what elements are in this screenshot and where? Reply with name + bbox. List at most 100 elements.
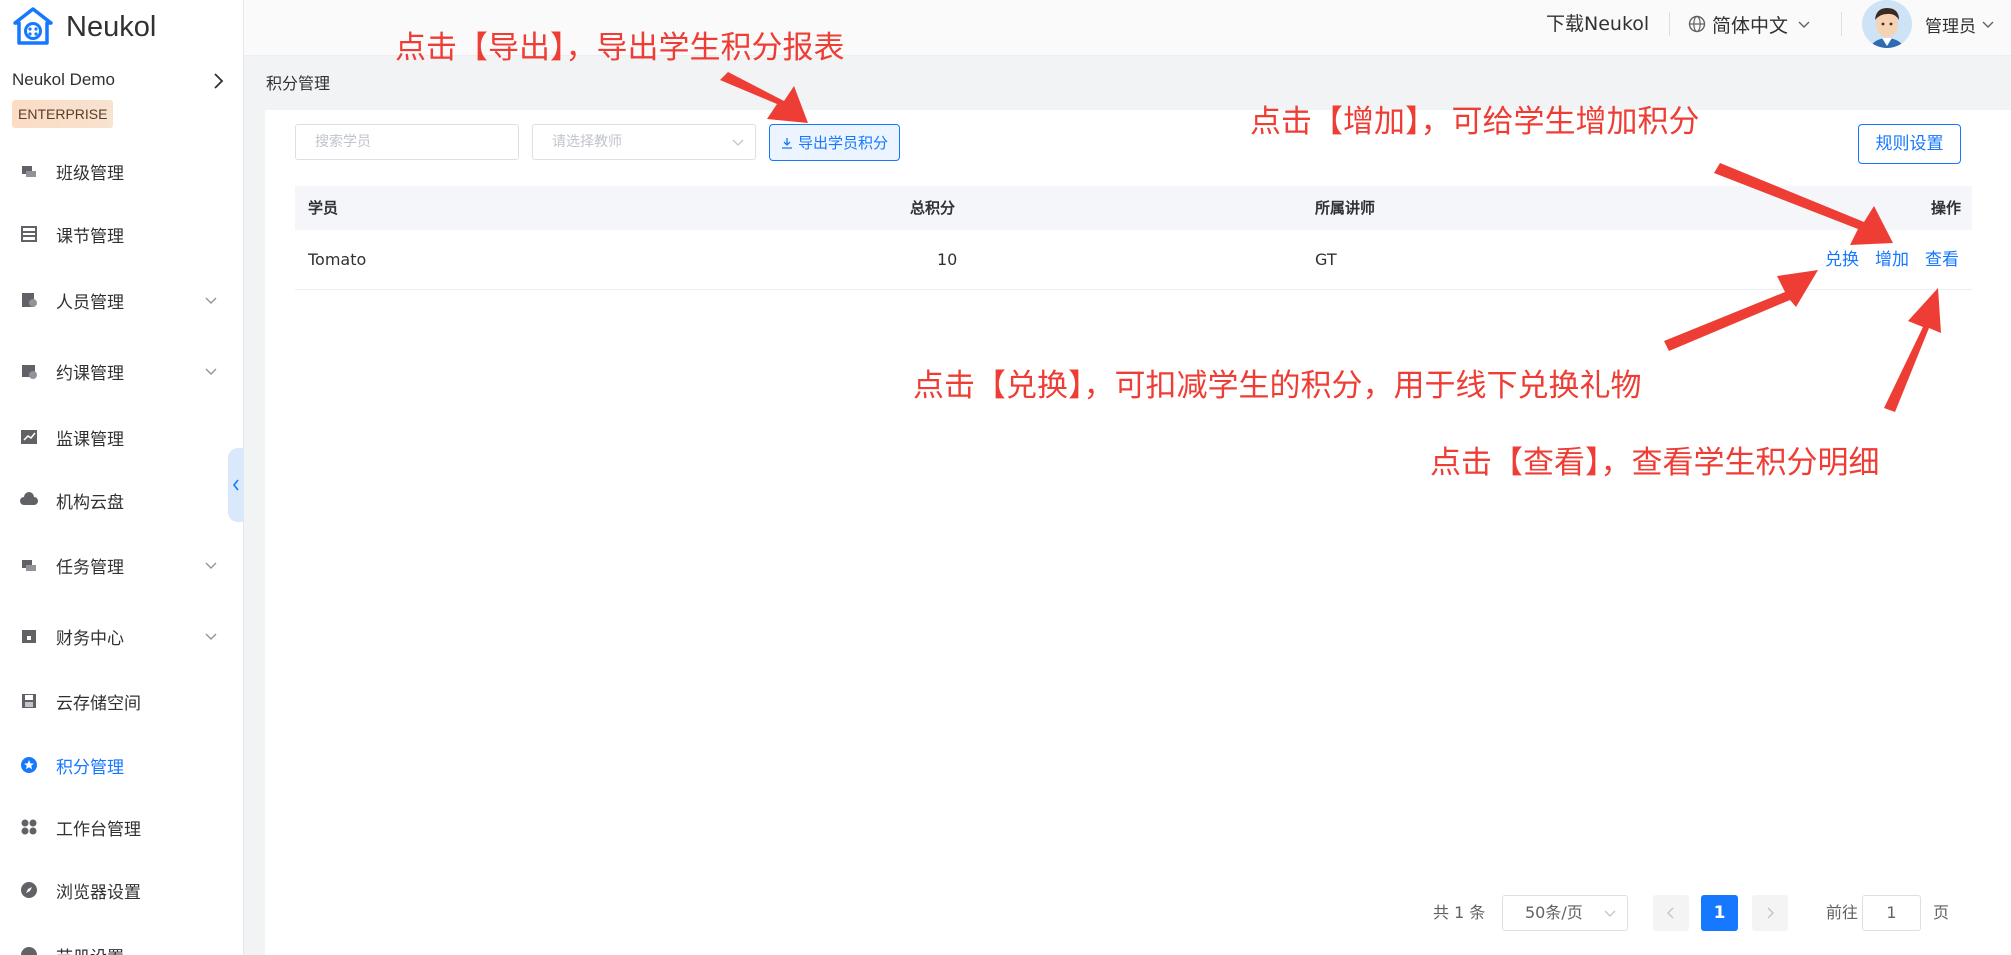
sidebar-item-label: 机构云盘: [56, 492, 124, 513]
sidebar-item-monitor[interactable]: 监课管理: [0, 414, 243, 460]
chevron-right-icon: [1767, 907, 1774, 919]
table-header: 学员 总积分 所属讲师 操作: [295, 186, 1972, 230]
neukol-logo-icon: [13, 7, 53, 45]
app-window: Neukol Neukol Demo ENTERPRISE 班级管理 课节管理 …: [0, 0, 2011, 955]
sidebar-item-finance[interactable]: 财务中心: [0, 613, 243, 659]
chevron-right-icon[interactable]: [208, 70, 228, 92]
globe-icon: [1688, 15, 1706, 33]
cloud-icon: [20, 492, 38, 505]
user-menu[interactable]: 管理员: [1925, 10, 1996, 38]
cell-teacher: GT: [1315, 250, 1337, 269]
sidebar-item-cloud[interactable]: 机构云盘: [0, 477, 243, 523]
compass-icon: [21, 882, 37, 898]
cell-student: Tomato: [308, 250, 367, 269]
column-header-teacher: 所属讲师: [1315, 199, 1376, 217]
download-link[interactable]: 下载Neukol: [1546, 10, 1649, 38]
next-page-button[interactable]: [1752, 895, 1788, 931]
divider: [1841, 12, 1842, 36]
divider: [1669, 12, 1670, 36]
column-header-points: 总积分: [910, 199, 956, 217]
sidebar-collapse-toggle[interactable]: [228, 448, 244, 522]
sidebar-item-lesson[interactable]: 课节管理: [0, 211, 243, 257]
enterprise-badge: ENTERPRISE: [12, 100, 114, 128]
workbench-icon: [21, 819, 37, 835]
goto-unit: 页: [1933, 903, 1950, 922]
lesson-icon: [21, 226, 37, 242]
sidebar-item-label: 节册设置: [56, 943, 124, 955]
user-avatar-icon: [1862, 0, 1912, 48]
monitor-icon: [21, 430, 37, 444]
sidebar-item-browser[interactable]: 浏览器设置: [0, 867, 243, 913]
language-label: 简体中文: [1712, 14, 1789, 37]
sidebar-item-label: 云存储空间: [56, 693, 141, 714]
annotation-redeem: 点击【兑换】，可扣减学生的积分，用于线下兑换礼物: [913, 368, 1642, 404]
sidebar-item-people[interactable]: 人员管理: [0, 277, 243, 323]
logo-text: Neukol: [66, 10, 157, 43]
teacher-select[interactable]: 请选择教师: [532, 124, 756, 160]
annotation-view: 点击【查看】，查看学生积分明细: [1430, 445, 1880, 481]
storage-icon: [22, 694, 36, 708]
goto-page-input[interactable]: 1: [1862, 895, 1921, 931]
sidebar-item-booking[interactable]: 约课管理: [0, 348, 243, 394]
export-points-button[interactable]: 导出学员积分: [769, 124, 900, 161]
page-size-select[interactable]: 50条/页: [1502, 895, 1628, 931]
search-placeholder: 搜索学员: [315, 134, 371, 150]
sidebar-item-label: 班级管理: [56, 163, 124, 184]
sidebar-item-label: 任务管理: [56, 557, 124, 578]
sidebar-item-storage[interactable]: 云存储空间: [0, 678, 243, 724]
cell-points: 10: [937, 250, 958, 269]
points-icon: [21, 757, 37, 773]
chevron-left-icon: [232, 479, 239, 491]
rules-settings-button[interactable]: 规则设置: [1858, 124, 1961, 164]
prev-page-button[interactable]: [1653, 895, 1689, 931]
annotation-add: 点击【增加】，可给学生增加积分: [1250, 104, 1700, 140]
chevron-down-icon: [205, 368, 217, 375]
sidebar-item-label: 财务中心: [56, 628, 124, 649]
search-input[interactable]: 搜索学员: [295, 124, 519, 160]
sidebar-item-class[interactable]: 班级管理: [0, 148, 243, 194]
user-name: 管理员: [1925, 16, 1976, 37]
avatar[interactable]: [1862, 0, 1912, 48]
language-selector[interactable]: 简体中文: [1688, 10, 1818, 38]
class-icon: [22, 166, 36, 177]
page-number-current[interactable]: 1: [1701, 895, 1738, 931]
sidebar-item-label: 人员管理: [56, 292, 124, 313]
task-icon: [22, 560, 36, 571]
chevron-down-icon: [1798, 21, 1810, 28]
people-icon: [22, 293, 37, 307]
export-button-label: 导出学员积分: [797, 134, 888, 152]
chevron-down-icon: [205, 297, 217, 304]
sidebar-item-label: 积分管理: [56, 757, 124, 778]
sidebar-item-workbench[interactable]: 工作台管理: [0, 804, 243, 850]
chevron-left-icon: [1667, 907, 1674, 919]
chevron-down-icon: [732, 139, 744, 146]
teacher-placeholder: 请选择教师: [552, 134, 622, 150]
sidebar-item-label: 浏览器设置: [56, 882, 141, 903]
booking-icon: [22, 365, 37, 379]
chevron-down-icon: [205, 562, 217, 569]
download-icon: [781, 137, 792, 149]
sidebar-item-label: 监课管理: [56, 429, 124, 450]
sidebar-item-task[interactable]: 任务管理: [0, 542, 243, 588]
annotation-export: 点击【导出】，导出学生积分报表: [395, 30, 845, 66]
chevron-down-icon: [1982, 21, 1994, 28]
sidebar-item-label: 工作台管理: [56, 819, 141, 840]
sidebar-item-label: 课节管理: [56, 226, 124, 247]
view-link[interactable]: 查看: [1925, 230, 1959, 290]
sidebar-item-settings[interactable]: 节册设置: [0, 932, 243, 955]
sidebar-item-points[interactable]: 积分管理: [0, 742, 243, 788]
sidebar: Neukol Neukol Demo ENTERPRISE 班级管理 课节管理 …: [0, 0, 244, 955]
column-header-student: 学员: [308, 199, 339, 217]
logo[interactable]: Neukol: [12, 4, 156, 50]
settings-icon: [21, 947, 37, 955]
page-size-value: 50条/页: [1525, 903, 1583, 922]
sidebar-item-label: 约课管理: [56, 363, 124, 384]
org-name[interactable]: Neukol Demo: [12, 70, 115, 90]
breadcrumb: 积分管理: [266, 74, 331, 93]
column-header-actions: 操作: [1931, 199, 1962, 217]
finance-icon: [22, 630, 36, 643]
redeem-link[interactable]: 兑换: [1825, 230, 1859, 290]
pagination-total: 共 1 条: [1433, 903, 1486, 922]
add-points-link[interactable]: 增加: [1875, 230, 1909, 290]
table-row: Tomato 10 GT 兑换 增加 查看: [295, 230, 1972, 290]
